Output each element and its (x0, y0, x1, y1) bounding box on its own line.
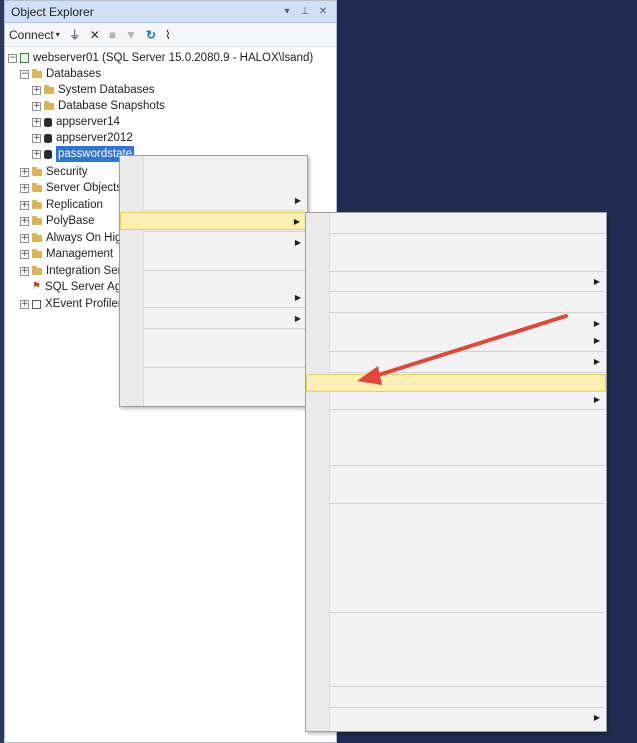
annotation-arrow (357, 314, 568, 385)
